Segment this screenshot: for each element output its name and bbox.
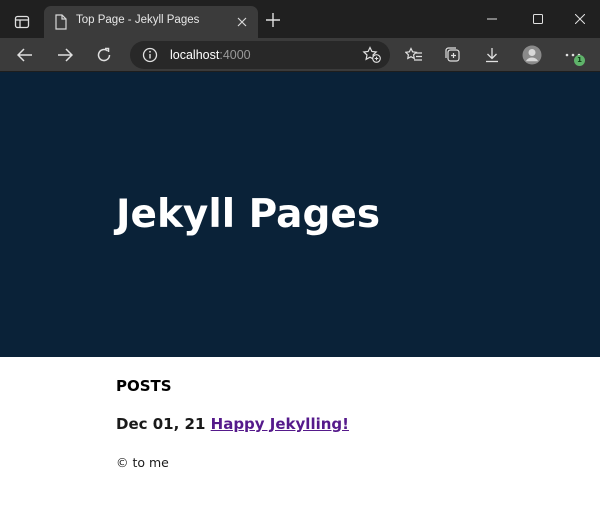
footer-text: © to me bbox=[116, 455, 169, 470]
post-link[interactable]: Happy Jekylling! bbox=[211, 415, 349, 433]
post-date: Dec 01, 21 bbox=[116, 415, 211, 433]
posts-heading: POSTS bbox=[116, 377, 172, 395]
profile-avatar-icon[interactable] bbox=[519, 43, 545, 67]
url-host: localhost bbox=[170, 48, 220, 62]
page-icon bbox=[54, 14, 68, 30]
url-text: localhost:4000 bbox=[170, 48, 251, 62]
url-port: :4000 bbox=[219, 48, 251, 62]
tab-bar: Top Page - Jekyll Pages bbox=[0, 0, 600, 38]
browser-toolbar: localhost:4000 bbox=[0, 38, 600, 72]
tab-title: Top Page - Jekyll Pages bbox=[76, 14, 200, 26]
forward-icon[interactable] bbox=[52, 43, 78, 67]
info-icon[interactable] bbox=[142, 47, 158, 63]
close-tab-icon[interactable] bbox=[234, 14, 250, 30]
collections-icon[interactable] bbox=[440, 43, 466, 67]
update-badge: 1 bbox=[574, 55, 585, 66]
favorites-icon[interactable] bbox=[401, 43, 427, 67]
tab-actions-icon[interactable] bbox=[8, 8, 36, 36]
site-header: Jekyll Pages bbox=[0, 72, 600, 357]
close-window-icon[interactable] bbox=[566, 8, 594, 30]
post-item: Dec 01, 21 Happy Jekylling! bbox=[116, 415, 349, 433]
back-icon[interactable] bbox=[12, 43, 38, 67]
refresh-icon[interactable] bbox=[91, 43, 117, 67]
minimize-icon[interactable] bbox=[478, 8, 506, 30]
downloads-icon[interactable] bbox=[479, 43, 505, 67]
site-title: Jekyll Pages bbox=[116, 192, 381, 237]
new-tab-icon[interactable] bbox=[264, 11, 282, 29]
add-favorite-icon[interactable] bbox=[362, 46, 382, 64]
page-content: POSTS Dec 01, 21 Happy Jekylling! © to m… bbox=[0, 357, 600, 508]
maximize-icon[interactable] bbox=[524, 8, 552, 30]
tab-active[interactable]: Top Page - Jekyll Pages bbox=[44, 6, 258, 38]
address-bar[interactable]: localhost:4000 bbox=[130, 41, 390, 69]
